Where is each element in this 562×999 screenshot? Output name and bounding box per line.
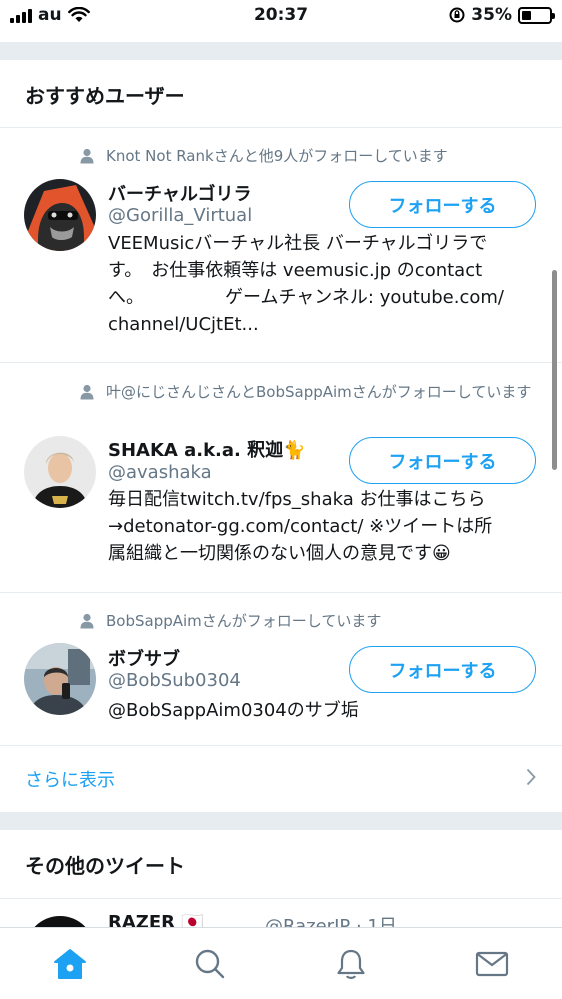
other-tweets-title: その他のツイート bbox=[25, 854, 185, 878]
bell-icon bbox=[337, 949, 365, 979]
battery-icon bbox=[518, 6, 555, 24]
recommended-users-title: おすすめユーザー bbox=[25, 84, 185, 108]
user-handle[interactable]: @BobSub0304 bbox=[108, 670, 241, 691]
tab-search[interactable] bbox=[190, 944, 230, 984]
status-bar: au 20:37 35% bbox=[0, 0, 562, 30]
section-gap bbox=[0, 812, 562, 830]
user-card-shaka[interactable]: 叶@にじさんじさんとBobSappAimさんがフォローしています SHAKA a… bbox=[0, 363, 562, 592]
follow-button[interactable]: フォローする bbox=[349, 437, 536, 484]
user-bio: VEEMusicバーチャル社長 バーチャルゴリラで す。 お仕事依頼等は vee… bbox=[108, 233, 504, 335]
search-icon bbox=[195, 949, 225, 979]
scrollbar[interactable] bbox=[552, 270, 557, 470]
show-more-link[interactable]: さらに表示 bbox=[0, 746, 562, 812]
user-name[interactable]: SHAKA a.k.a. 釈迦🐈 bbox=[108, 436, 306, 462]
mail-icon bbox=[475, 951, 509, 977]
tab-messages[interactable] bbox=[472, 944, 512, 984]
user-bio: @BobSappAim0304のサブ垢 bbox=[108, 700, 359, 721]
tab-home[interactable] bbox=[50, 944, 90, 984]
show-more-label: さらに表示 bbox=[25, 770, 115, 791]
social-context: BobSappAimさんがフォローしています bbox=[80, 611, 532, 631]
home-icon bbox=[54, 949, 86, 979]
avatar[interactable] bbox=[24, 179, 96, 251]
divider bbox=[0, 898, 562, 899]
user-name[interactable]: バーチャルゴリラ bbox=[108, 180, 251, 206]
social-context: 叶@にじさんじさんとBobSappAimさんがフォローしています bbox=[80, 382, 532, 402]
user-card-bobsub[interactable]: BobSappAimさんがフォローしています ボブサブ @BobSub0304 … bbox=[0, 593, 562, 745]
user-bio: 毎日配信twitch.tv/fps_shaka お仕事はこちら →detonat… bbox=[108, 489, 493, 564]
section-gap bbox=[0, 42, 562, 60]
user-name[interactable]: ボブサブ bbox=[108, 645, 180, 671]
tab-bar bbox=[0, 927, 562, 999]
user-card-gorilla[interactable]: Knot Not Rankさんと他9人がフォローしています バーチャルゴリラ @… bbox=[0, 128, 562, 362]
person-icon bbox=[80, 384, 94, 400]
chevron-right-icon bbox=[526, 768, 536, 786]
rotation-lock-icon bbox=[449, 7, 465, 23]
avatar[interactable] bbox=[24, 643, 96, 715]
person-icon bbox=[80, 613, 94, 629]
status-right: 35% bbox=[449, 5, 555, 25]
social-context-text: BobSappAimさんがフォローしています bbox=[106, 612, 382, 630]
user-handle[interactable]: @avashaka bbox=[108, 462, 212, 483]
battery-percent: 35% bbox=[471, 5, 512, 25]
tweet-preview[interactable]: RAZER 🇯🇵 @RazerJP · 1日 bbox=[0, 900, 562, 930]
follow-button[interactable]: フォローする bbox=[349, 181, 536, 228]
follow-button[interactable]: フォローする bbox=[349, 646, 536, 693]
avatar[interactable] bbox=[24, 436, 96, 508]
user-handle[interactable]: @Gorilla_Virtual bbox=[108, 205, 252, 226]
social-context-text: 叶@にじさんじさんとBobSappAimさんがフォローしています bbox=[106, 383, 532, 401]
person-icon bbox=[80, 148, 94, 164]
social-context-text: Knot Not Rankさんと他9人がフォローしています bbox=[106, 147, 448, 165]
social-context: Knot Not Rankさんと他9人がフォローしています bbox=[80, 146, 532, 166]
tab-notifications[interactable] bbox=[331, 944, 371, 984]
